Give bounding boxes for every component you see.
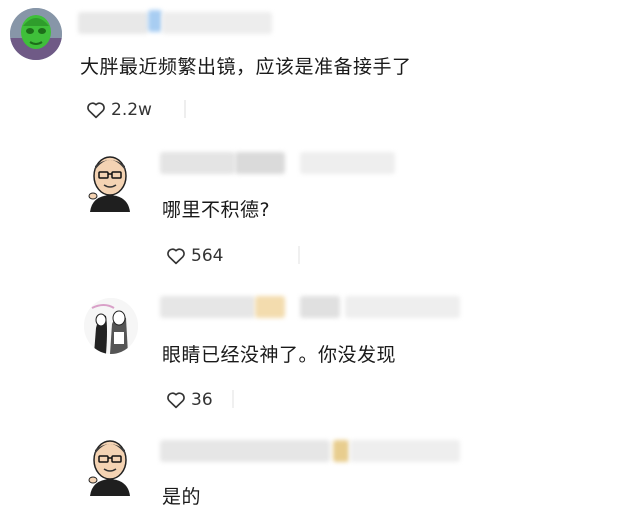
- heart-outline-icon: [167, 248, 185, 265]
- username-masked: [78, 12, 148, 34]
- couple-sketch-avatar-icon: [84, 298, 138, 354]
- divider: [298, 246, 300, 264]
- heart-outline-icon: [167, 392, 185, 409]
- username-masked: [300, 152, 395, 174]
- avatar[interactable]: [84, 436, 136, 496]
- avatar[interactable]: [84, 298, 138, 354]
- like-count: 2.2w: [111, 100, 152, 120]
- username-masked: [148, 10, 162, 32]
- username-masked: [345, 296, 460, 318]
- comment-text: 哪里不积德?: [162, 199, 271, 221]
- like-button[interactable]: 2.2w: [86, 100, 152, 120]
- username-masked: [160, 296, 255, 318]
- like-button[interactable]: 564: [166, 246, 223, 266]
- cartoon-bald-man-avatar-icon: [88, 440, 130, 496]
- avatar[interactable]: [10, 8, 62, 60]
- avatar[interactable]: [84, 152, 136, 212]
- username-masked: [162, 12, 272, 34]
- username-masked: [333, 440, 349, 462]
- username-masked: [235, 152, 285, 174]
- username-masked: [255, 296, 285, 318]
- username-masked: [160, 152, 235, 174]
- divider: [232, 390, 234, 408]
- like-count: 36: [191, 390, 213, 410]
- green-mask-avatar-icon: [10, 8, 62, 60]
- comment-text: 眼睛已经没神了。你没发现: [162, 344, 397, 366]
- cartoon-bald-man-avatar-icon: [88, 156, 130, 212]
- heart-outline-icon: [87, 102, 105, 119]
- like-count: 564: [191, 246, 224, 266]
- username-masked: [160, 440, 330, 462]
- comment-text: 是的: [162, 486, 202, 508]
- divider: [184, 100, 186, 118]
- comment-text: 大胖最近频繁出镜，应该是准备接手了: [80, 56, 412, 78]
- username-masked: [350, 440, 460, 462]
- username-masked: [300, 296, 340, 318]
- like-button[interactable]: 36: [166, 390, 213, 410]
